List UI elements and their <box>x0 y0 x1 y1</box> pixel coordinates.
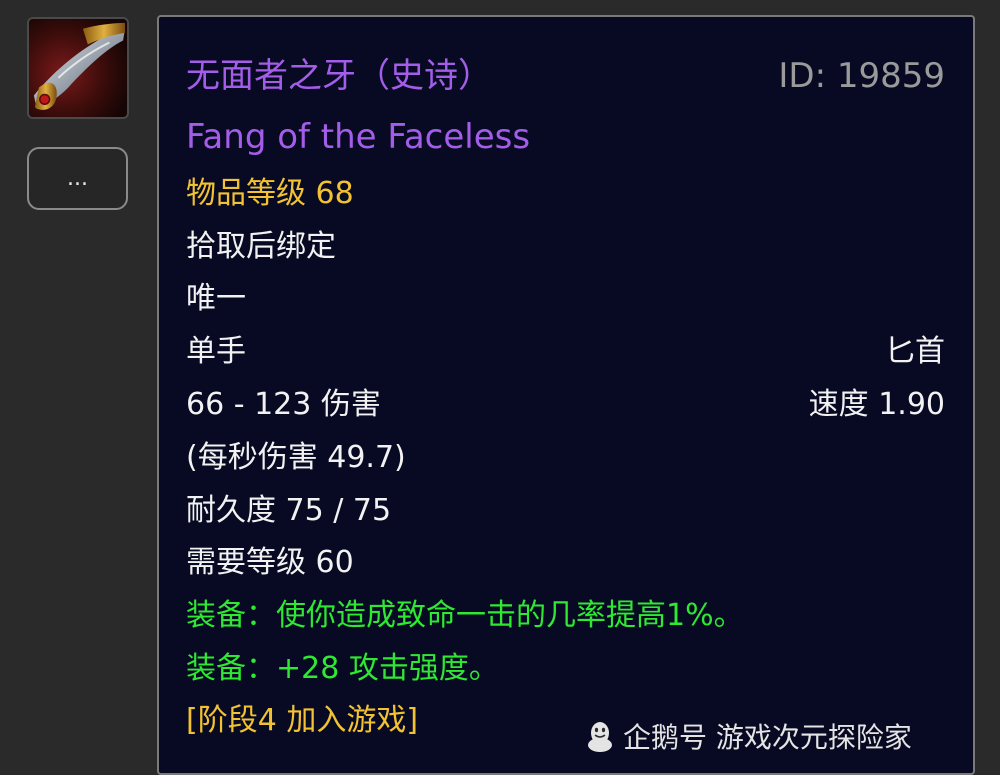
more-button[interactable]: ... <box>27 147 128 210</box>
dagger-item-icon <box>29 19 127 117</box>
item-durability: 耐久度 75 / 75 <box>186 493 392 528</box>
item-unique: 唯一 <box>186 281 246 316</box>
penguin-icon <box>588 722 612 752</box>
watermark: 企鹅号 游戏次元探险家 <box>585 716 912 756</box>
item-equip-effect-1: 装备：使你造成致命一击的几率提高1%。 <box>186 598 744 633</box>
item-name-cn: 无面者之牙（史诗） <box>186 56 492 96</box>
watermark-text: 企鹅号 游戏次元探险家 <box>623 721 912 754</box>
item-damage-row: 66 - 123 伤害 速度 1.90 <box>186 385 945 425</box>
item-weapon-type: 匕首 <box>885 334 945 369</box>
item-name-en: Fang of the Faceless <box>186 117 531 157</box>
item-binding: 拾取后绑定 <box>186 229 336 264</box>
item-title-row: 无面者之牙（史诗） ID: 19859 <box>186 56 945 96</box>
item-required-level: 需要等级 60 <box>186 545 354 580</box>
item-id: ID: 19859 <box>778 56 945 96</box>
item-equip-effect-2: 装备：+28 攻击强度。 <box>186 651 499 686</box>
item-icon-slot[interactable] <box>27 17 129 119</box>
item-slot: 单手 <box>186 334 246 369</box>
item-slot-row: 单手 匕首 <box>186 332 945 372</box>
item-level: 物品等级 68 <box>186 176 354 211</box>
item-speed: 速度 1.90 <box>808 387 945 422</box>
more-button-label: ... <box>67 166 88 191</box>
item-damage: 66 - 123 伤害 <box>186 387 381 422</box>
item-dps: (每秒伤害 49.7) <box>186 440 406 475</box>
item-tooltip: 无面者之牙（史诗） ID: 19859 Fang of the Faceless… <box>157 15 975 775</box>
